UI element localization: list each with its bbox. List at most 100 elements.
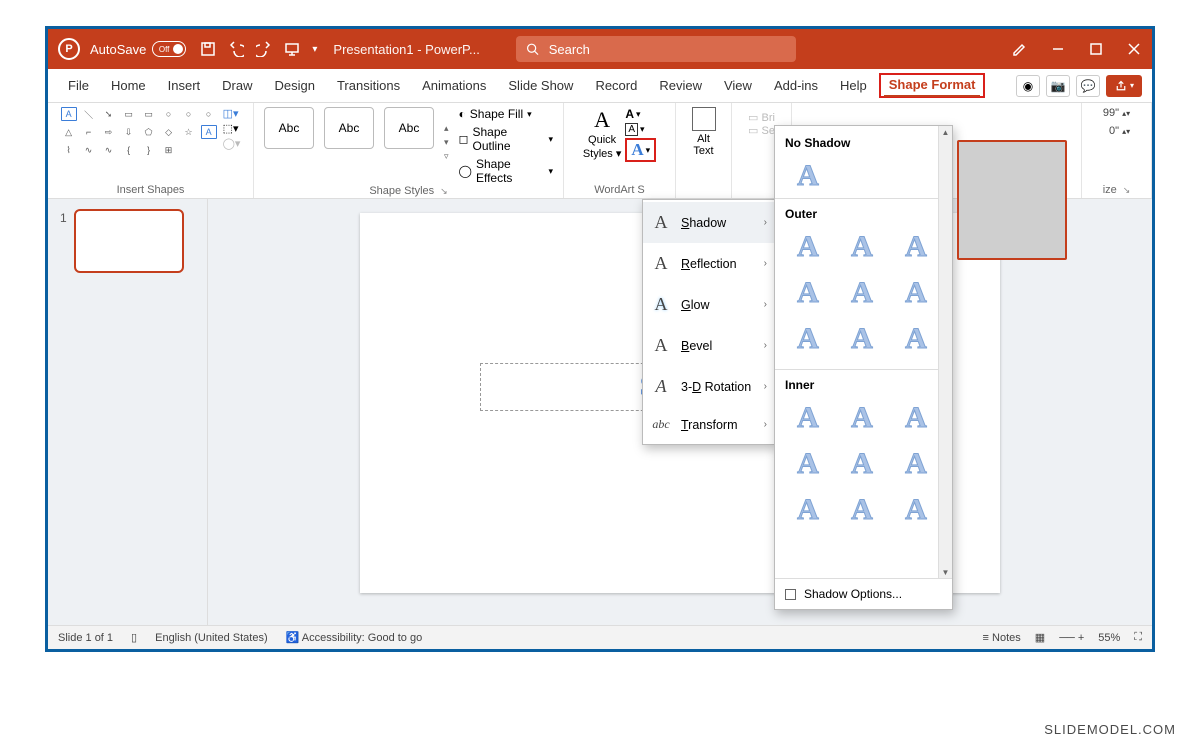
menu-item-3d-rotation[interactable]: A3-D Rotation› (643, 366, 775, 407)
maximize-icon[interactable] (1088, 41, 1104, 57)
comments-icon[interactable]: 💬 (1076, 75, 1100, 97)
autosave-toggle[interactable]: AutoSave Off (90, 41, 186, 57)
tab-home[interactable]: Home (101, 74, 156, 97)
tab-insert[interactable]: Insert (158, 74, 211, 97)
shadow-option[interactable]: A (839, 273, 885, 313)
language-indicator[interactable]: English (United States) (155, 632, 268, 644)
rotation-icon: A (651, 376, 671, 397)
shape-style-preset[interactable]: Abc (324, 107, 374, 149)
shadow-option[interactable]: A (893, 227, 939, 267)
tab-draw[interactable]: Draw (212, 74, 262, 97)
merge-icon[interactable]: ◯▾ (223, 137, 241, 150)
shape-style-preset[interactable]: Abc (264, 107, 314, 149)
minimize-icon[interactable] (1050, 41, 1066, 57)
menu-item-shadow[interactable]: AShadow› (643, 202, 775, 243)
qat-overflow-icon[interactable]: ▾ (312, 44, 317, 55)
scroll-down-icon[interactable]: ▼ (939, 566, 952, 578)
alt-text-button[interactable]: AltText (692, 107, 716, 157)
shadow-option[interactable]: A (893, 273, 939, 313)
dialog-launcher-icon[interactable]: ↘ (1123, 185, 1131, 196)
share-button[interactable]: ▾ (1106, 75, 1142, 97)
normal-view-icon[interactable]: ▦ (1035, 631, 1045, 644)
shadow-option[interactable]: A (839, 319, 885, 359)
slide-indicator[interactable]: Slide 1 of 1 (58, 632, 113, 644)
present-icon[interactable] (284, 41, 300, 57)
ink-icon[interactable] (1012, 41, 1028, 57)
shadow-option[interactable]: A (893, 444, 939, 484)
text-effects-button[interactable]: A▾ (625, 138, 656, 162)
menu-item-reflection[interactable]: AReflection› (643, 243, 775, 284)
group-wordart-styles: A QuickStyles ▾ A▾ A▾ A▾ WordArt S (564, 103, 676, 198)
menu-item-glow[interactable]: AGlow› (643, 284, 775, 325)
send-backward-button[interactable]: ▭ Se (748, 124, 775, 137)
tab-shape-format[interactable]: Shape Format (879, 73, 986, 98)
save-icon[interactable] (200, 41, 216, 57)
dialog-launcher-icon[interactable]: ↘ (440, 186, 448, 197)
shape-gallery[interactable]: A＼➘▭▭○○○ △⌐⇨⇩⬠◇☆A ⌇∿∿{}⊞ (61, 107, 219, 159)
shadow-option[interactable]: A (839, 227, 885, 267)
shape-outline-button[interactable]: ◻Shape Outline ▾ (459, 125, 553, 153)
zoom-value[interactable]: 55% (1098, 632, 1120, 644)
redo-icon[interactable] (256, 41, 272, 57)
shadow-option[interactable]: A (785, 490, 831, 530)
text-fill-button[interactable]: A▾ (625, 107, 656, 121)
shadow-option[interactable]: A (893, 398, 939, 438)
shadow-option[interactable]: A (893, 490, 939, 530)
height-spinner[interactable]: 99" ▴▾ (1103, 107, 1130, 119)
accessibility-indicator[interactable]: ♿ Accessibility: Good to go (286, 631, 423, 644)
tab-animations[interactable]: Animations (412, 74, 496, 97)
zoom-slider[interactable]: ── + (1059, 632, 1084, 644)
width-spinner[interactable]: 0" ▴▾ (1109, 125, 1130, 137)
shape-style-preset[interactable]: Abc (384, 107, 434, 149)
ribbon-tabs: File Home Insert Draw Design Transitions… (48, 69, 1152, 103)
shadow-option[interactable]: A (839, 398, 885, 438)
shadow-option[interactable]: A (785, 398, 831, 438)
tab-addins[interactable]: Add-ins (764, 74, 828, 97)
search-box[interactable] (516, 36, 796, 62)
tab-review[interactable]: Review (649, 74, 712, 97)
toggle-switch-icon[interactable]: Off (152, 41, 186, 57)
scrollbar-thumb[interactable] (957, 140, 1067, 260)
shadow-option[interactable]: A (785, 319, 831, 359)
shape-fill-button[interactable]: ◐Shape Fill ▾ (459, 107, 553, 121)
tab-transitions[interactable]: Transitions (327, 74, 410, 97)
record-shortcut-icon[interactable]: ◉ (1016, 75, 1040, 97)
chevron-right-icon: › (764, 419, 767, 430)
group-label-insert-shapes: Insert Shapes (117, 184, 185, 196)
shadow-option-none[interactable]: A (785, 156, 831, 196)
group-label-size: ize (1103, 184, 1117, 196)
tab-help[interactable]: Help (830, 74, 877, 97)
camera-shortcut-icon[interactable]: 📷 (1046, 75, 1070, 97)
shadow-option[interactable]: A (839, 490, 885, 530)
shadow-option[interactable]: A (785, 227, 831, 267)
shadow-option[interactable]: A (839, 444, 885, 484)
menu-item-bevel[interactable]: ABevel› (643, 325, 775, 366)
tab-view[interactable]: View (714, 74, 762, 97)
shadow-option[interactable]: A (785, 444, 831, 484)
close-icon[interactable] (1126, 41, 1142, 57)
text-outline-button[interactable]: A▾ (625, 123, 656, 136)
scroll-up-icon[interactable]: ▲ (939, 126, 952, 138)
shadow-options-button[interactable]: Shadow Options... (775, 578, 952, 609)
notes-button[interactable]: ≡ Notes (983, 632, 1021, 644)
tab-record[interactable]: Record (585, 74, 647, 97)
tab-slideshow[interactable]: Slide Show (498, 74, 583, 97)
tab-design[interactable]: Design (265, 74, 325, 97)
slide-thumbnail[interactable]: 1 (74, 209, 184, 273)
quick-styles-button[interactable]: A QuickStyles ▾ (583, 107, 622, 162)
textbox-icon[interactable]: ⬚▾ (223, 122, 241, 135)
style-gallery-expand-icon[interactable]: ▴▾▿ (444, 107, 449, 177)
bring-forward-button[interactable]: ▭ Bri (748, 111, 775, 124)
menu-item-transform[interactable]: abcTransform› (643, 407, 775, 442)
tab-file[interactable]: File (58, 74, 99, 97)
book-icon[interactable]: ▯ (131, 631, 137, 644)
gallery-scrollbar[interactable]: ▲ ▼ (938, 126, 952, 578)
fit-to-window-icon[interactable]: ⛶ (1134, 631, 1142, 644)
search-input[interactable] (547, 41, 786, 58)
shadow-option[interactable]: A (893, 319, 939, 359)
slide-thumbnails-pane[interactable]: 1 (48, 199, 208, 625)
shadow-option[interactable]: A (785, 273, 831, 313)
edit-shape-icon[interactable]: ◫▾ (223, 107, 241, 120)
undo-icon[interactable] (228, 41, 244, 57)
shape-effects-button[interactable]: ◯Shape Effects ▾ (459, 157, 553, 185)
